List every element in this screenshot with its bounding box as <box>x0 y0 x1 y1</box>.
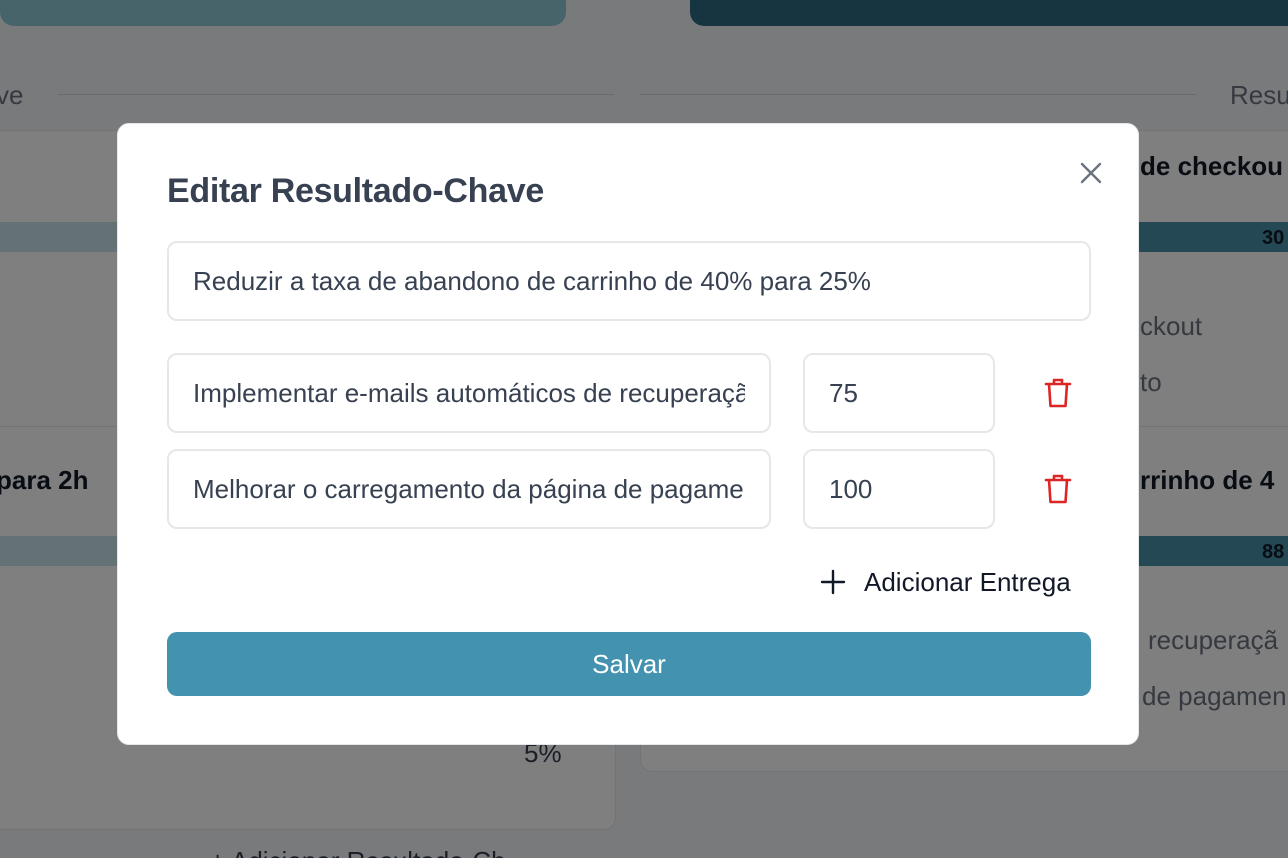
add-deliverable-label: Adicionar Entrega <box>864 566 1071 597</box>
trash-icon <box>1044 378 1072 408</box>
edit-key-result-modal: Editar Resultado-Chave Adicionar Entrega… <box>117 123 1139 745</box>
deliverable-name-input[interactable] <box>167 449 771 529</box>
key-result-title-input[interactable] <box>167 241 1091 321</box>
delete-deliverable-button[interactable] <box>1038 373 1078 413</box>
deliverable-name-input[interactable] <box>167 353 771 433</box>
modal-title: Editar Resultado-Chave <box>167 172 544 210</box>
save-button[interactable]: Salvar <box>167 632 1091 696</box>
trash-icon <box>1044 474 1072 504</box>
deliverable-progress-input[interactable] <box>803 353 995 433</box>
close-button[interactable] <box>1076 158 1106 188</box>
deliverable-progress-input[interactable] <box>803 449 995 529</box>
close-icon <box>1080 162 1102 184</box>
add-deliverable-button[interactable]: Adicionar Entrega <box>820 562 1071 602</box>
plus-icon <box>820 569 846 595</box>
delete-deliverable-button[interactable] <box>1038 469 1078 509</box>
